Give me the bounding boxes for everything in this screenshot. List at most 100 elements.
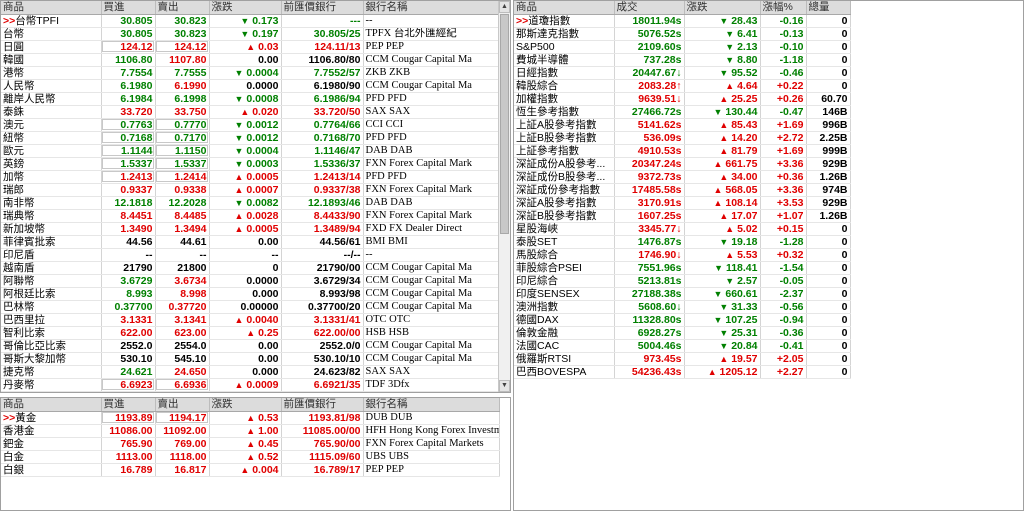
quote-name-cell: 哥倫比亞比索 — [1, 339, 102, 353]
column-header[interactable]: 前匯價銀行 — [281, 1, 364, 15]
table-row[interactable]: 韓股綜合 2083.28↑ ▲ 4.64 +0.22 0 — [514, 79, 851, 93]
table-row[interactable]: 南非幣 12.1818 12.2028 ▼ 0.0082 12.1893/46 DAB D… — [1, 196, 500, 210]
table-row[interactable]: 韓國 1106.80 1107.80 0.00 1106.80/80 CCM Cougar… — [1, 53, 500, 67]
table-row[interactable]: 印尼盾 -- -- -- --/-- -- — [1, 248, 500, 262]
table-row[interactable]: S&P500 2109.60s ▼ 2.13 -0.10 0 — [514, 40, 851, 54]
change-cell: ▲ 0.0007 — [209, 183, 282, 197]
table-row[interactable]: 深証成份B股參考... 9372.73s ▲ 34.00 +0.36 1.26B — [514, 170, 851, 184]
table-row[interactable]: 泰股SET 1476.87s ▼ 19.18 -1.28 0 — [514, 235, 851, 249]
table-row[interactable]: 澳洲指數 5608.60↓ ▼ 31.33 -0.56 0 — [514, 300, 851, 314]
table-row[interactable]: 捷克幣 24.621 24.650 0.000 24.623/82 SAX SAX — [1, 365, 500, 379]
volume: 0 — [806, 235, 851, 249]
table-row[interactable]: 英鎊 1.5337 1.5337 ▼ 0.0003 1.5336/37 FXN Forex… — [1, 157, 500, 171]
table-row[interactable]: 丹麥幣 6.6923 6.6936 ▲ 0.0009 6.6921/35 TDF 3Dfx — [1, 378, 500, 392]
scrollbar-thumb[interactable] — [500, 14, 509, 234]
table-row[interactable]: 菲律賓批索 44.56 44.61 0.00 44.56/61 BMI BMI — [1, 235, 500, 249]
column-header[interactable]: 漲跌 — [209, 398, 282, 412]
table-row[interactable]: 香港金 11086.00 11092.00 ▲ 1.00 11085.00/00 HFH … — [1, 424, 500, 438]
table-row[interactable]: 歐元 1.1144 1.1150 ▼ 0.0004 1.1146/47 DAB DAB — [1, 144, 500, 158]
table-row[interactable]: 上証參考指數 4910.53s ▲ 81.79 +1.69 999B — [514, 144, 851, 158]
table-row[interactable]: 白銀 16.789 16.817 ▲ 0.004 16.789/17 PEP PEP — [1, 463, 500, 477]
table-row[interactable]: 智利比索 622.00 623.00 ▲ 0.25 622.00/00 HSB HSB — [1, 326, 500, 340]
table-row[interactable]: 瑞典幣 8.4451 8.4485 ▲ 0.0028 8.4433/90 FXN Fore… — [1, 209, 500, 223]
table-row[interactable]: 日經指數 20447.67↓ ▼ 95.52 -0.46 0 — [514, 66, 851, 80]
table-row[interactable]: 新加坡幣 1.3490 1.3494 ▲ 0.0005 1.3489/94 FXD FX … — [1, 222, 500, 236]
column-header[interactable]: 商品 — [1, 1, 102, 15]
column-header[interactable]: 商品 — [1, 398, 102, 412]
table-row[interactable]: 那斯達克指數 5076.52s ▼ 6.41 -0.13 0 — [514, 27, 851, 41]
volume: 0 — [806, 53, 851, 67]
table-row[interactable]: >>黃金 1193.89 1194.17 ▲ 0.53 1193.81/98 DUB DU… — [1, 411, 500, 425]
table-row[interactable]: 費城半導體 737.28s ▼ 8.80 -1.18 0 — [514, 53, 851, 67]
column-header[interactable]: 漲幅% — [760, 1, 807, 15]
scroll-down-arrow-icon[interactable]: ▼ — [499, 380, 510, 392]
table-row[interactable]: 哥斯大黎加幣 530.10 545.10 0.00 530.10/10 CCM Couga… — [1, 352, 500, 366]
table-row[interactable]: 多明尼加比索 44.350044.6500 0.000044.3500/00CCM … — [1, 391, 500, 392]
table-row[interactable]: 印尼綜合 5213.81s ▼ 2.57 -0.05 0 — [514, 274, 851, 288]
table-row[interactable]: 上証B股參考指數 536.09s ▲ 14.20 +2.72 2.25B — [514, 131, 851, 145]
table-row[interactable]: 鈀金 765.90 769.00 ▲ 0.45 765.90/00 FXN Forex C… — [1, 437, 500, 451]
previous-quote: 33.720/50 — [281, 105, 364, 119]
table-row[interactable]: 瑞郎 0.9337 0.9338 ▲ 0.0007 0.9337/38 FXN Forex… — [1, 183, 500, 197]
table-row[interactable]: 法國CAC 5004.46s ▼ 20.84 -0.41 0 — [514, 339, 851, 353]
table-row[interactable]: 泰銖 33.720 33.750 ▲ 0.020 33.720/50 SAX SAX — [1, 105, 500, 119]
column-header[interactable]: 前匯價銀行 — [281, 398, 364, 412]
table-row[interactable]: 上証A股參考指數 5141.62s ▲ 85.43 +1.69 996B — [514, 118, 851, 132]
table-row[interactable]: 日圓 124.12 124.12 ▲ 0.03 124.11/13 PEP PEP — [1, 40, 500, 54]
column-header[interactable]: 買進 — [101, 1, 156, 15]
table-row[interactable]: 加權指數 9639.51↓ ▲ 25.25 +0.26 60.70 — [514, 92, 851, 106]
change-value: 0 — [272, 261, 279, 274]
table-row[interactable]: 深証成份A股參考... 20347.24s ▲ 661.75 +3.36 929B — [514, 157, 851, 171]
column-header[interactable]: 漲跌 — [209, 1, 282, 15]
table-row[interactable]: 阿聯幣 3.6729 3.6734 0.0000 3.6729/34 CCM Cougar… — [1, 274, 500, 288]
table-row[interactable]: 馬股綜合 1746.90↓ ▲ 5.53 +0.32 0 — [514, 248, 851, 262]
quote-name-cell: 港幣 — [1, 66, 102, 80]
table-row[interactable]: 白金 1113.00 1118.00 ▲ 0.52 1115.09/60 UBS UBS — [1, 450, 500, 464]
table-row[interactable]: 台幣 30.805 30.823 ▼ 0.197 30.805/25 TPFX 台北外匯經… — [1, 27, 500, 41]
table-row[interactable]: 巴西里拉 3.1331 3.1341 ▲ 0.0040 3.1331/41 OTC OTC — [1, 313, 500, 327]
change-cell: ▼ 2.57 — [684, 274, 761, 288]
table-row[interactable]: 巴西BOVESPA 54236.43s ▲ 1205.12 +2.27 0 — [514, 365, 851, 379]
quote-name: 深証B股參考指數 — [516, 209, 597, 222]
column-header[interactable]: 銀行名稱 — [363, 1, 500, 15]
table-row[interactable]: 星股海峽 3345.77↓ ▲ 5.02 +0.15 0 — [514, 222, 851, 236]
column-header[interactable]: 總量 — [806, 1, 851, 15]
column-header[interactable]: 賣出 — [155, 398, 210, 412]
table-row[interactable]: >>台幣TPFI 30.805 30.823 ▼ 0.173 --- -- — [1, 14, 500, 28]
fx-scrollbar[interactable]: ▲ ▼ — [498, 1, 510, 392]
table-row[interactable]: 紐幣 0.7168 0.7170 ▼ 0.0012 0.7168/70 PFD PFD — [1, 131, 500, 145]
column-header[interactable]: 商品 — [514, 1, 615, 15]
table-row[interactable]: 阿根廷比索 8.993 8.998 0.000 8.993/98 CCM Cougar C… — [1, 287, 500, 301]
table-row[interactable]: 人民幣 6.1980 6.1990 0.0000 6.1980/90 CCM Cougar… — [1, 79, 500, 93]
table-row[interactable]: 深証B股參考指數 1607.25s ▲ 17.07 +1.07 1.26B — [514, 209, 851, 223]
bank-name: Cougar Capital Ma — [391, 261, 472, 273]
column-header[interactable]: 賣出 — [155, 1, 210, 15]
column-header[interactable]: 漲跌 — [684, 1, 761, 15]
last-price: 2109.60 — [637, 40, 676, 53]
table-row[interactable]: 恆生參考指數 27466.72s ▼ 130.44 -0.47 146B — [514, 105, 851, 119]
table-row[interactable]: 澳元 0.7763 0.7770 ▼ 0.0012 0.7764/66 CCI CCI — [1, 118, 500, 132]
column-header[interactable]: 買進 — [101, 398, 156, 412]
table-row[interactable]: 德國DAX 11328.80s ▼ 107.25 -0.94 0 — [514, 313, 851, 327]
table-row[interactable]: 越南盾 21790 21800 0 21790/00 CCM Cougar Capital… — [1, 261, 500, 275]
table-row[interactable]: 加幣 1.2413 1.2414 ▲ 0.0005 1.2413/14 PFD PFD — [1, 170, 500, 184]
scroll-up-arrow-icon[interactable]: ▲ — [499, 1, 510, 13]
quote-name-cell: 韓國 — [1, 53, 102, 67]
table-row[interactable]: 港幣 7.7554 7.7555 ▼ 0.0004 7.7552/57 ZKB ZKB — [1, 66, 500, 80]
down-triangle-icon: ▼ — [234, 132, 244, 143]
column-header[interactable]: 銀行名稱 — [363, 398, 500, 412]
table-row[interactable]: >>道瓊指數 18011.94s ▼ 28.43 -0.16 0 — [514, 14, 851, 28]
table-row[interactable]: 俄羅斯RTSI 973.45s ▲ 19.57 +2.05 0 — [514, 352, 851, 366]
table-row[interactable]: 哥倫比亞比索 2552.0 2554.0 0.00 2552.0/0 CCM Cougar… — [1, 339, 500, 353]
table-row[interactable]: 離岸人民幣 6.1984 6.1998 ▼ 0.0008 6.1986/94 PFD PF… — [1, 92, 500, 106]
table-row[interactable]: 深証A股參考指數 3170.91s ▲ 108.14 +3.53 929B — [514, 196, 851, 210]
change-value: 0.00 — [258, 53, 279, 66]
table-row[interactable]: 菲股綜合PSEI 7551.96s ▼ 118.41 -1.54 0 — [514, 261, 851, 275]
column-header[interactable]: 成交 — [614, 1, 685, 15]
change-value: 661.75 — [725, 157, 758, 170]
table-row[interactable]: 倫敦金融 6928.27s ▼ 25.31 -0.36 0 — [514, 326, 851, 340]
table-row[interactable]: 深証成份參考指數 17485.58s ▲ 568.05 +3.36 974B — [514, 183, 851, 197]
table-row[interactable]: 巴林幣 0.37700 0.37720 0.00000 0.37700/20 CCM Co… — [1, 300, 500, 314]
table-row[interactable]: 印度SENSEX 27188.38s ▼ 660.61 -2.37 0 — [514, 287, 851, 301]
bank-name: ZKB — [389, 66, 411, 78]
